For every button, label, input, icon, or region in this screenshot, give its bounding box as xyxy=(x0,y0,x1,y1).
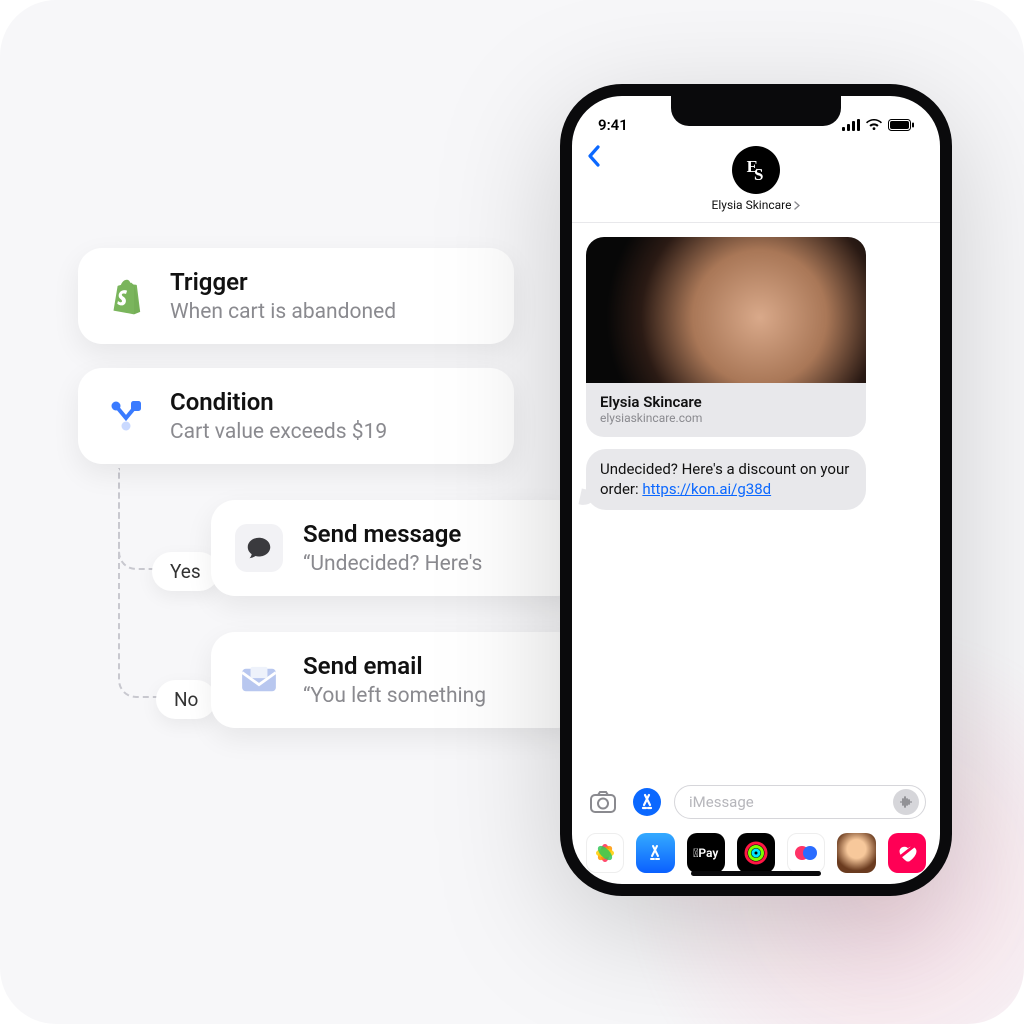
mail-icon xyxy=(235,656,283,704)
phone-frame: 9:41 ES Elysia Skincare xyxy=(560,84,952,896)
app-drawer[interactable]: Pay xyxy=(572,825,940,873)
message-link[interactable]: https://kon.ai/g38d xyxy=(642,480,771,498)
link-preview-title: Elysia Skincare xyxy=(600,393,852,411)
branch-icon xyxy=(102,392,150,440)
card-subtitle: When cart is abandoned xyxy=(170,300,396,324)
card-title: Send message xyxy=(303,520,482,548)
messages-area[interactable]: Elysia Skincare elysiaskincare.com Undec… xyxy=(572,223,940,775)
shopify-icon xyxy=(102,272,150,320)
card-title: Condition xyxy=(170,388,387,416)
app-apple-pay[interactable]: Pay xyxy=(687,833,725,873)
card-subtitle: “You left something xyxy=(303,684,486,708)
status-time: 9:41 xyxy=(598,116,628,134)
status-indicators xyxy=(842,119,914,131)
card-subtitle: “Undecided? Here's xyxy=(303,552,482,576)
incoming-message-bubble[interactable]: Undecided? Here's a discount on your ord… xyxy=(586,449,866,510)
card-subtitle: Cart value exceeds $19 xyxy=(170,420,387,444)
link-preview-card[interactable]: Elysia Skincare elysiaskincare.com xyxy=(586,237,866,437)
home-indicator[interactable] xyxy=(691,871,821,876)
message-input-row: iMessage xyxy=(572,775,940,825)
link-preview-domain: elysiaskincare.com xyxy=(600,411,852,425)
card-title: Send email xyxy=(303,652,486,680)
card-title: Trigger xyxy=(170,268,396,296)
link-preview-image xyxy=(586,237,866,383)
workflow-card-send-message[interactable]: Send message “Undecided? Here's xyxy=(211,500,581,596)
chat-header: ES Elysia Skincare xyxy=(572,140,940,223)
camera-icon xyxy=(590,791,616,813)
app-memoji[interactable] xyxy=(837,833,875,873)
app-generic-2[interactable] xyxy=(888,833,926,873)
phone-notch xyxy=(671,96,841,126)
app-photos[interactable] xyxy=(586,833,624,873)
wifi-icon xyxy=(866,119,882,131)
workflow-card-condition[interactable]: Condition Cart value exceeds $19 xyxy=(78,368,514,464)
message-input[interactable]: iMessage xyxy=(674,785,926,819)
app-generic-1[interactable] xyxy=(787,833,825,873)
contact-avatar[interactable]: ES xyxy=(732,146,780,194)
app-appstore[interactable] xyxy=(636,833,674,873)
workflow-card-trigger[interactable]: Trigger When cart is abandoned xyxy=(78,248,514,344)
dictation-button[interactable] xyxy=(893,789,919,815)
app-fitness[interactable] xyxy=(737,833,775,873)
marketing-illustration: Yes No Trigger When cart is abandoned Co… xyxy=(0,0,1024,1024)
workflow-card-send-email[interactable]: Send email “You left something xyxy=(211,632,581,728)
workflow-column: Trigger When cart is abandoned Condition… xyxy=(78,248,548,728)
input-placeholder: iMessage xyxy=(689,793,754,811)
chevron-right-icon xyxy=(794,201,800,210)
waveform-icon xyxy=(899,795,913,809)
battery-icon xyxy=(888,119,914,131)
app-store-button[interactable] xyxy=(630,785,664,819)
cellular-icon xyxy=(842,119,860,131)
app-store-icon xyxy=(632,787,662,817)
back-button[interactable] xyxy=(586,144,602,172)
contact-name[interactable]: Elysia Skincare xyxy=(712,198,801,212)
message-icon xyxy=(235,524,283,572)
camera-button[interactable] xyxy=(586,785,620,819)
phone-mockup: 9:41 ES Elysia Skincare xyxy=(560,84,952,896)
